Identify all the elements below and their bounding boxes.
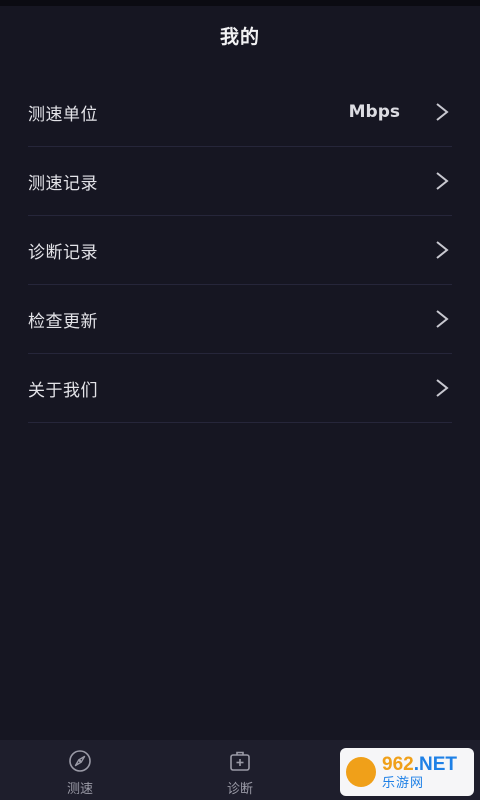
menu-item-diagnosis-history[interactable]: 诊断记录 — [28, 216, 452, 285]
tab-label: 诊断 — [226, 782, 253, 797]
chevron-right-icon — [436, 172, 449, 190]
menu-item-label: 测速单位 — [28, 104, 98, 125]
watermark-brand-number: 962 — [382, 753, 414, 775]
menu-item-speed-history[interactable]: 测速记录 — [28, 147, 452, 216]
compass-icon — [69, 750, 91, 772]
watermark-subtitle: 乐游网 — [382, 775, 425, 791]
tab-speed-test[interactable]: 测速 — [40, 740, 120, 800]
menu-item-speed-unit[interactable]: 测速单位 Mbps — [28, 78, 452, 147]
menu-item-label: 诊断记录 — [28, 242, 98, 263]
speed-unit-value: Mbps — [348, 102, 400, 122]
chevron-right-icon — [436, 379, 449, 397]
tab-label: 测速 — [66, 782, 93, 797]
menu-item-label: 检查更新 — [28, 311, 98, 332]
menu-item-label: 关于我们 — [28, 380, 98, 401]
menu-item-check-update[interactable]: 检查更新 — [28, 285, 452, 354]
tab-diagnosis[interactable]: 诊断 — [200, 740, 280, 800]
status-bar — [0, 0, 480, 6]
settings-menu: 测速单位 Mbps 测速记录 诊断记录 检查更新 关于我们 — [28, 78, 452, 423]
menu-item-about-us[interactable]: 关于我们 — [28, 354, 452, 423]
watermark-logo: 962.NET 乐游网 — [340, 748, 474, 796]
menu-item-label: 测速记录 — [28, 173, 98, 194]
chevron-right-icon — [436, 241, 449, 259]
chevron-right-icon — [436, 310, 449, 328]
chevron-right-icon — [436, 103, 449, 121]
page-title: 我的 — [219, 26, 260, 48]
watermark-badge-icon — [346, 757, 376, 787]
medical-kit-icon — [230, 751, 250, 771]
watermark-brand-suffix: .NET — [413, 753, 457, 775]
